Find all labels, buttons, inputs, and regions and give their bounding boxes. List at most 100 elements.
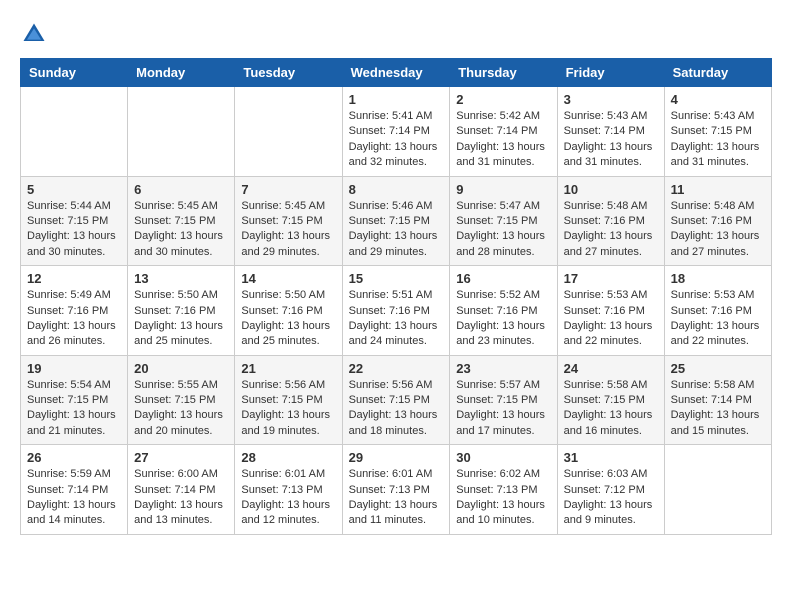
- day-info-line: Sunset: 7:12 PM: [564, 483, 658, 498]
- day-info-line: Sunset: 7:15 PM: [134, 214, 228, 229]
- weekday-header-row: SundayMondayTuesdayWednesdayThursdayFrid…: [21, 59, 772, 87]
- day-cell: 3Sunrise: 5:43 AMSunset: 7:14 PMDaylight…: [557, 87, 664, 177]
- day-number: 8: [349, 182, 444, 197]
- day-cell: 5Sunrise: 5:44 AMSunset: 7:15 PMDaylight…: [21, 176, 128, 266]
- day-info-line: Sunrise: 5:48 AM: [564, 199, 658, 214]
- day-content: Sunrise: 5:45 AMSunset: 7:15 PMDaylight:…: [134, 199, 228, 261]
- day-number: 13: [134, 271, 228, 286]
- day-info-line: Daylight: 13 hours: [564, 498, 658, 513]
- day-info-line: Sunset: 7:15 PM: [241, 214, 335, 229]
- day-info-line: Sunrise: 5:54 AM: [27, 378, 121, 393]
- day-number: 6: [134, 182, 228, 197]
- day-cell: 16Sunrise: 5:52 AMSunset: 7:16 PMDayligh…: [450, 266, 557, 356]
- day-cell: 23 Sunrise: 5:57 AMSunset: 7:15 PMDayligh…: [450, 355, 557, 445]
- day-cell: 19Sunrise: 5:54 AMSunset: 7:15 PMDayligh…: [21, 355, 128, 445]
- day-info-line: and 20 minutes.: [134, 424, 228, 439]
- day-number: 1: [349, 92, 444, 107]
- day-info-line: and 31 minutes.: [564, 155, 658, 170]
- day-content: Sunrise: 5:49 AMSunset: 7:16 PMDaylight:…: [27, 288, 121, 350]
- day-number: 23: [456, 361, 550, 376]
- day-info-line: Daylight: 13 hours: [241, 408, 335, 423]
- weekday-header-sunday: Sunday: [21, 59, 128, 87]
- day-info-line: Sunrise: 5:42 AM: [456, 109, 550, 124]
- weekday-header-monday: Monday: [128, 59, 235, 87]
- day-info-line: Daylight: 13 hours: [671, 140, 765, 155]
- day-info-line: Sunrise: 5:52 AM: [456, 288, 550, 303]
- day-cell: 13Sunrise: 5:50 AMSunset: 7:16 PMDayligh…: [128, 266, 235, 356]
- week-row-4: 19Sunrise: 5:54 AMSunset: 7:15 PMDayligh…: [21, 355, 772, 445]
- day-content: Sunrise: 5:53 AMSunset: 7:16 PMDaylight:…: [564, 288, 658, 350]
- day-info-line: Sunset: 7:14 PM: [349, 124, 444, 139]
- day-content: Sunrise: 5:47 AMSunset: 7:15 PMDaylight:…: [456, 199, 550, 261]
- day-cell: 6 Sunrise: 5:45 AMSunset: 7:15 PMDaylight…: [128, 176, 235, 266]
- weekday-header-friday: Friday: [557, 59, 664, 87]
- day-cell: 14Sunrise: 5:50 AMSunset: 7:16 PMDayligh…: [235, 266, 342, 356]
- day-number: 12: [27, 271, 121, 286]
- day-info-line: Sunrise: 5:47 AM: [456, 199, 550, 214]
- day-info-line: Daylight: 13 hours: [27, 408, 121, 423]
- day-info-line: and 15 minutes.: [671, 424, 765, 439]
- page-header: [20, 20, 772, 48]
- day-info-line: Sunset: 7:15 PM: [134, 393, 228, 408]
- day-info-line: Daylight: 13 hours: [241, 319, 335, 334]
- day-info-line: Sunset: 7:16 PM: [349, 304, 444, 319]
- day-info-line: Sunrise: 6:00 AM: [134, 467, 228, 482]
- day-cell: 2 Sunrise: 5:42 AMSunset: 7:14 PMDaylight…: [450, 87, 557, 177]
- day-number: 27: [134, 450, 228, 465]
- day-info-line: Sunrise: 5:59 AM: [27, 467, 121, 482]
- day-cell: [128, 87, 235, 177]
- day-content: Sunrise: 6:02 AMSunset: 7:13 PMDaylight:…: [456, 467, 550, 529]
- day-content: Sunrise: 6:01 AMSunset: 7:13 PMDaylight:…: [241, 467, 335, 529]
- day-content: Sunrise: 5:53 AMSunset: 7:16 PMDaylight:…: [671, 288, 765, 350]
- day-number: 14: [241, 271, 335, 286]
- logo: [20, 20, 52, 48]
- day-info-line: Sunrise: 5:56 AM: [349, 378, 444, 393]
- day-content: Sunrise: 5:45 AMSunset: 7:15 PMDaylight:…: [241, 199, 335, 261]
- day-info-line: Sunset: 7:16 PM: [671, 304, 765, 319]
- day-info-line: Sunrise: 6:01 AM: [349, 467, 444, 482]
- day-info-line: Sunset: 7:14 PM: [456, 124, 550, 139]
- day-info-line: and 32 minutes.: [349, 155, 444, 170]
- day-info-line: Sunrise: 6:01 AM: [241, 467, 335, 482]
- day-info-line: and 21 minutes.: [27, 424, 121, 439]
- day-info-line: Daylight: 13 hours: [456, 140, 550, 155]
- day-info-line: Sunrise: 6:03 AM: [564, 467, 658, 482]
- day-cell: 26Sunrise: 5:59 AMSunset: 7:14 PMDayligh…: [21, 445, 128, 535]
- day-info-line: Sunrise: 6:02 AM: [456, 467, 550, 482]
- day-content: Sunrise: 5:56 AMSunset: 7:15 PMDaylight:…: [349, 378, 444, 440]
- logo-icon: [20, 20, 48, 48]
- day-info-line: Sunset: 7:15 PM: [349, 393, 444, 408]
- day-info-line: Daylight: 13 hours: [27, 319, 121, 334]
- day-number: 28: [241, 450, 335, 465]
- day-cell: 18Sunrise: 5:53 AMSunset: 7:16 PMDayligh…: [664, 266, 771, 356]
- day-number: 3: [564, 92, 658, 107]
- day-info-line: Sunrise: 5:51 AM: [349, 288, 444, 303]
- day-info-line: Sunset: 7:14 PM: [27, 483, 121, 498]
- day-info-line: Sunrise: 5:43 AM: [671, 109, 765, 124]
- day-info-line: and 31 minutes.: [456, 155, 550, 170]
- day-info-line: and 13 minutes.: [134, 513, 228, 528]
- day-content: Sunrise: 5:48 AMSunset: 7:16 PMDaylight:…: [564, 199, 658, 261]
- day-info-line: Sunset: 7:16 PM: [671, 214, 765, 229]
- day-info-line: and 26 minutes.: [27, 334, 121, 349]
- day-cell: 8Sunrise: 5:46 AMSunset: 7:15 PMDaylight…: [342, 176, 450, 266]
- day-number: 30: [456, 450, 550, 465]
- day-info-line: Daylight: 13 hours: [671, 408, 765, 423]
- day-info-line: Daylight: 13 hours: [564, 319, 658, 334]
- day-info-line: Daylight: 13 hours: [349, 498, 444, 513]
- day-content: Sunrise: 5:57 AMSunset: 7:15 PMDaylight:…: [456, 378, 550, 440]
- day-content: Sunrise: 5:43 AMSunset: 7:15 PMDaylight:…: [671, 109, 765, 171]
- day-content: Sunrise: 6:03 AMSunset: 7:12 PMDaylight:…: [564, 467, 658, 529]
- day-info-line: and 29 minutes.: [241, 245, 335, 260]
- day-number: 10: [564, 182, 658, 197]
- day-number: 25: [671, 361, 765, 376]
- weekday-header-thursday: Thursday: [450, 59, 557, 87]
- day-cell: 30 Sunrise: 6:02 AMSunset: 7:13 PMDayligh…: [450, 445, 557, 535]
- day-number: 2: [456, 92, 550, 107]
- day-info-line: and 25 minutes.: [241, 334, 335, 349]
- day-number: 15: [349, 271, 444, 286]
- day-info-line: Daylight: 13 hours: [349, 319, 444, 334]
- day-info-line: and 31 minutes.: [671, 155, 765, 170]
- day-info-line: Daylight: 13 hours: [241, 229, 335, 244]
- day-info-line: Sunrise: 5:41 AM: [349, 109, 444, 124]
